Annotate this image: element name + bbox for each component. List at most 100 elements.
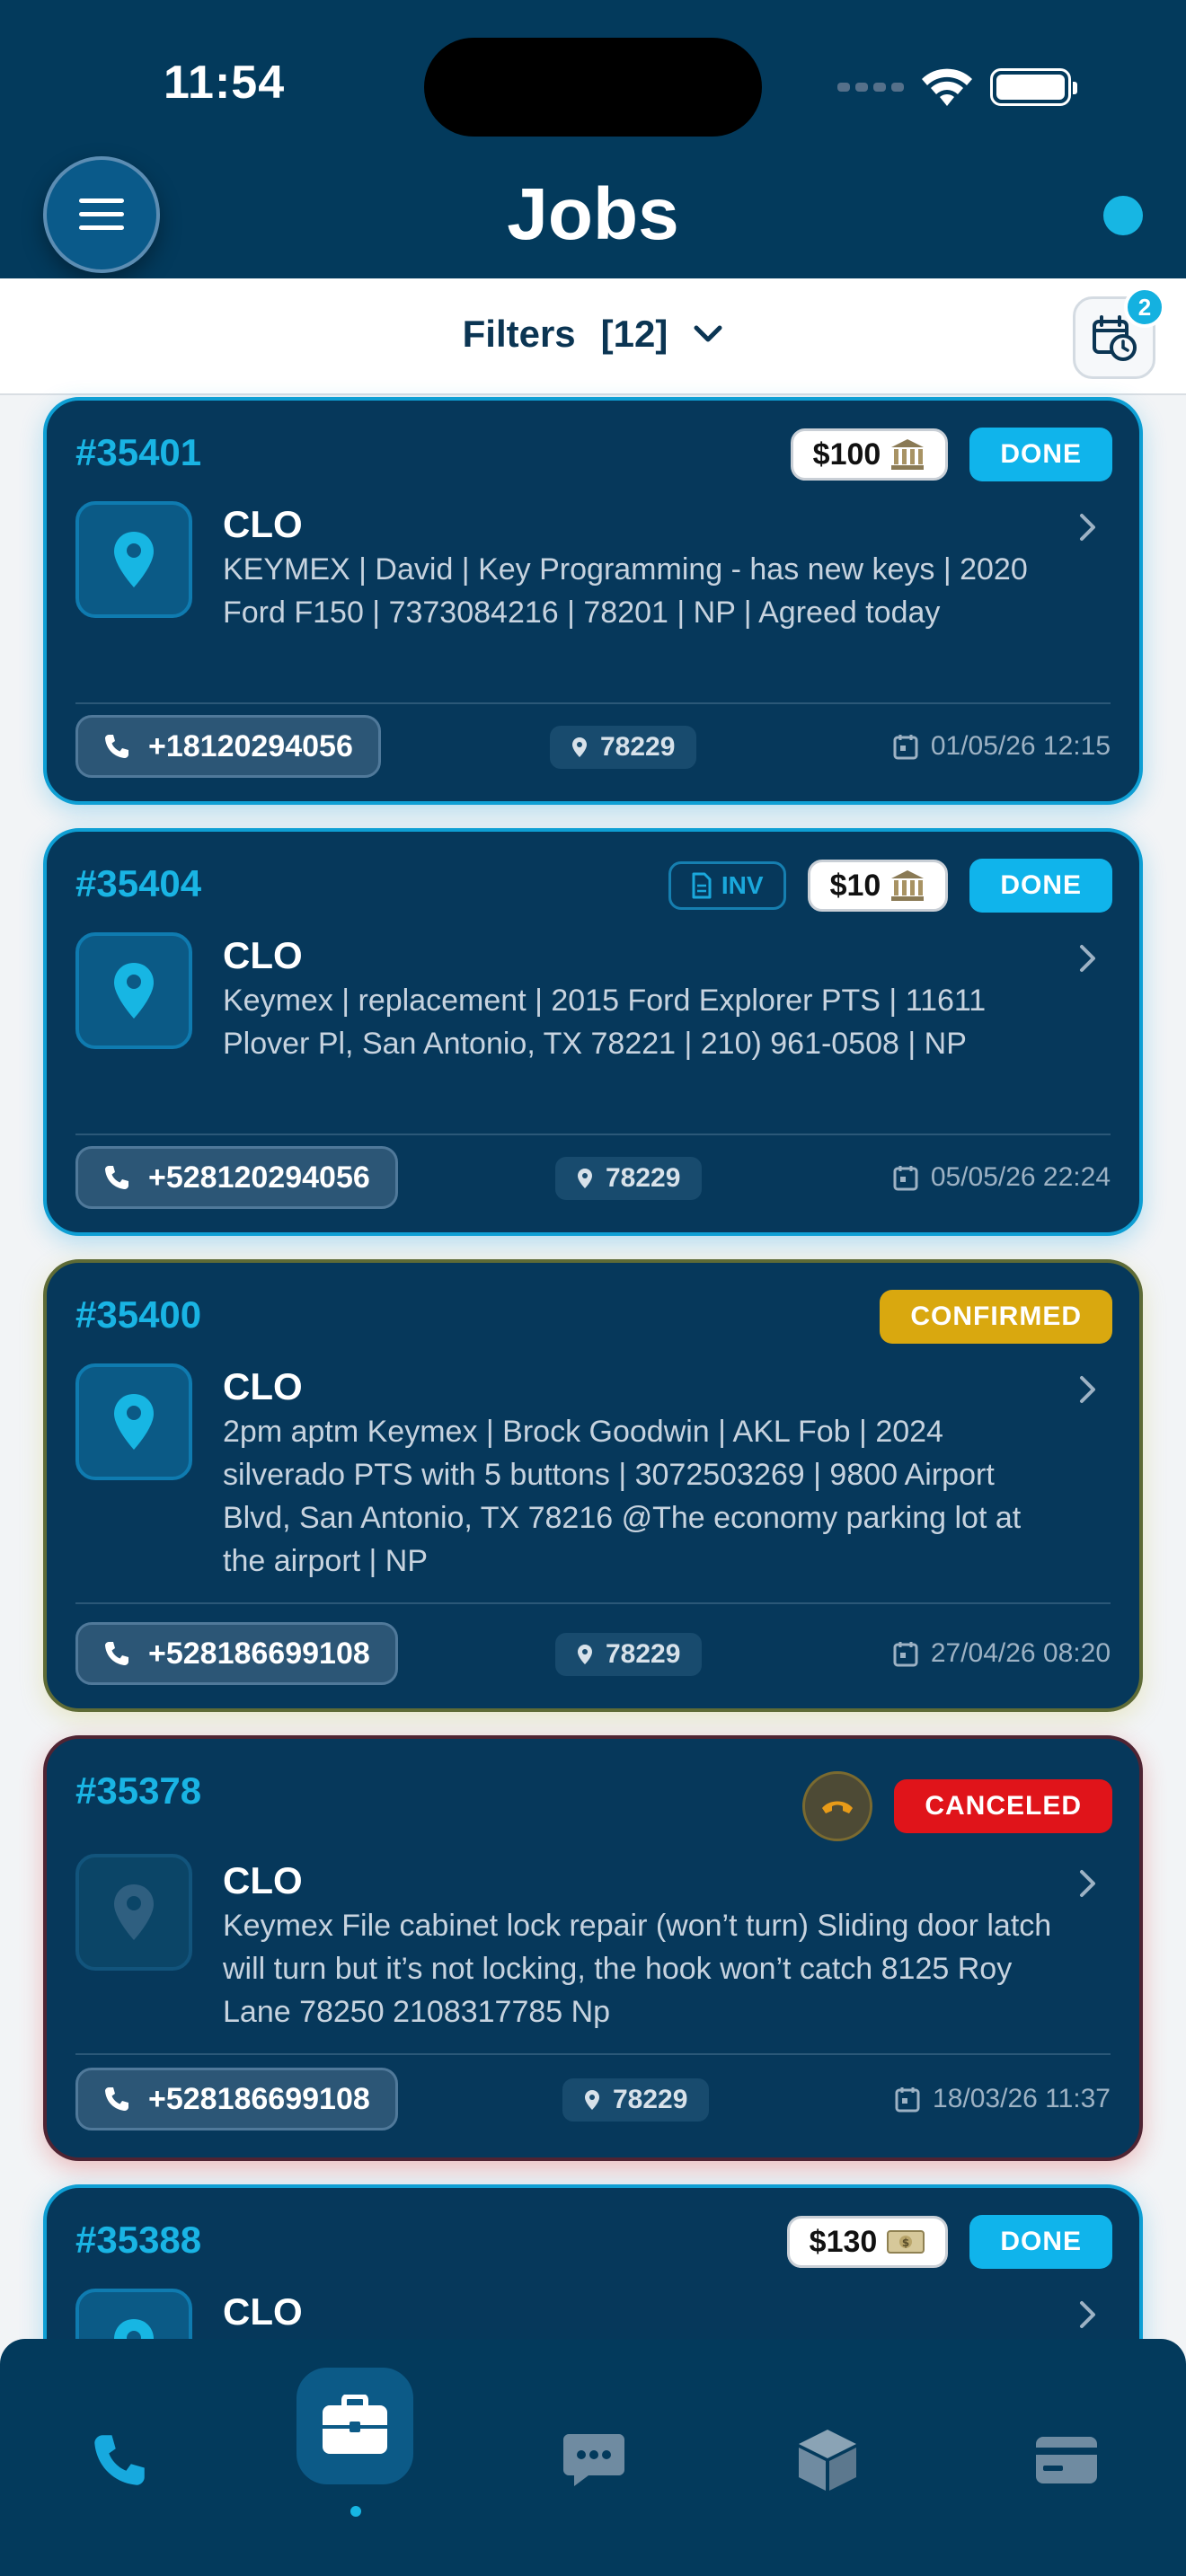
phone-button[interactable]: +18120294056 [75, 715, 381, 778]
phone-icon [105, 1166, 128, 1189]
bank-icon [891, 870, 925, 901]
card-divider [75, 1134, 1111, 1135]
briefcase-icon [323, 2395, 387, 2454]
card-icon [1036, 2437, 1097, 2483]
phone-button[interactable]: +528120294056 [75, 1146, 398, 1209]
price-value: $130 [809, 2224, 878, 2259]
job-card[interactable]: #35400 CONFIRMED CLO 2pm aptm Keymex | B… [43, 1259, 1143, 1712]
status-badge: CONFIRMED [880, 1290, 1112, 1344]
chevron-down-icon [694, 325, 722, 342]
location-button[interactable] [75, 932, 192, 1049]
tab-jobs[interactable] [296, 2368, 413, 2484]
zip-code-badge: 78229 [555, 1633, 703, 1676]
price-value: $10 [829, 868, 881, 903]
svg-text:$: $ [902, 2236, 909, 2249]
client-name: CLO [223, 1859, 303, 1901]
location-pin-icon [114, 963, 154, 1019]
price-badge: $100 [790, 428, 949, 481]
client-name: CLO [223, 2290, 303, 2333]
job-number: #35378 [75, 1769, 202, 1812]
phone-number: +528186699108 [148, 2081, 370, 2116]
zip-code: 78229 [606, 1163, 681, 1193]
filter-bar: Filters [12] 2 [0, 278, 1186, 395]
job-date: 05/05/26 22:24 [893, 1162, 1111, 1193]
job-description: 2pm aptm Keymex | Brock Goodwin | AKL Fo… [223, 1415, 1022, 1578]
calendar-icon [893, 1166, 918, 1191]
missed-call-button[interactable] [802, 1771, 873, 1841]
schedule-count-badge: 2 [1124, 287, 1165, 328]
job-description: KEYMEX | David | Key Programming - has n… [223, 552, 1028, 630]
chevron-right-icon[interactable] [1078, 1374, 1098, 1405]
tab-payments[interactable] [1008, 2402, 1125, 2519]
chevron-right-icon[interactable] [1078, 1868, 1098, 1899]
location-button[interactable] [75, 1854, 192, 1971]
calendar-icon [893, 1642, 918, 1667]
job-card[interactable]: #35378 CANCELED CLO Keymex File cabinet … [43, 1735, 1143, 2161]
location-pin-icon [114, 532, 154, 587]
status-badge: DONE [969, 428, 1112, 481]
chevron-right-icon[interactable] [1078, 943, 1098, 974]
document-icon [692, 872, 712, 899]
location-pin-icon [114, 1884, 154, 1940]
filters-label: Filters [462, 313, 576, 355]
date-value: 01/05/26 12:15 [930, 731, 1111, 761]
dynamic-island [424, 38, 762, 137]
price-badge: $10 [807, 860, 949, 912]
job-card[interactable]: #35404 INV $10 DONE CLO Keymex | replace… [43, 828, 1143, 1236]
active-tab-indicator [350, 2506, 361, 2517]
phone-icon [94, 2435, 145, 2485]
invoice-badge[interactable]: INV [668, 861, 786, 910]
date-value: 05/05/26 22:24 [930, 1162, 1111, 1192]
schedule-button[interactable]: 2 [1073, 287, 1165, 379]
chevron-right-icon[interactable] [1078, 512, 1098, 543]
phone-number: +528186699108 [148, 1636, 370, 1671]
phone-icon [105, 735, 128, 758]
location-pin-icon [572, 737, 587, 757]
job-date: 18/03/26 11:37 [895, 2084, 1111, 2114]
wifi-icon [922, 68, 972, 106]
online-status-indicator [1103, 196, 1143, 235]
job-description: Keymex File cabinet lock repair (won’t t… [223, 1909, 1052, 2029]
zip-code-badge: 78229 [555, 1157, 703, 1200]
location-button[interactable] [75, 501, 192, 618]
client-name: CLO [223, 934, 303, 976]
bank-icon [891, 439, 925, 470]
phone-button[interactable]: +528186699108 [75, 2068, 398, 2130]
card-divider [75, 2053, 1111, 2055]
cash-icon: $ [887, 2230, 925, 2254]
date-value: 18/03/26 11:37 [933, 2084, 1111, 2113]
job-number: #35401 [75, 431, 202, 473]
tab-calls[interactable] [61, 2402, 178, 2519]
zip-code: 78229 [613, 2085, 688, 2114]
phone-icon [105, 1642, 128, 1665]
phone-number: +528120294056 [148, 1160, 370, 1195]
page-title: Jobs [507, 173, 679, 255]
date-value: 27/04/26 08:20 [930, 1638, 1111, 1668]
status-badge: CANCELED [894, 1779, 1112, 1833]
filters-dropdown[interactable]: Filters [12] [0, 313, 1186, 356]
job-description: Keymex | replacement | 2015 Ford Explore… [223, 984, 987, 1061]
calendar-icon [893, 735, 918, 760]
price-badge: $130 $ [786, 2216, 949, 2268]
zip-code-badge: 78229 [562, 2078, 710, 2122]
tab-inventory[interactable] [769, 2402, 886, 2519]
job-card[interactable]: #35401 $100 DONE CLO KEYMEX | David | Ke… [43, 397, 1143, 805]
client-name: CLO [223, 503, 303, 545]
cellular-signal-icon [837, 83, 904, 92]
client-name: CLO [223, 1365, 303, 1407]
location-pin-icon [578, 1169, 592, 1188]
location-pin-icon [585, 2090, 599, 2110]
box-icon [799, 2430, 856, 2491]
chevron-right-icon[interactable] [1078, 2299, 1098, 2330]
chat-icon [563, 2434, 624, 2486]
location-button[interactable] [75, 1363, 192, 1480]
job-number: #35400 [75, 1293, 202, 1336]
phone-button[interactable]: +528186699108 [75, 1622, 398, 1685]
job-date: 01/05/26 12:15 [893, 731, 1111, 762]
status-icons [837, 65, 1077, 110]
job-date: 27/04/26 08:20 [893, 1638, 1111, 1669]
price-value: $100 [812, 437, 881, 472]
status-badge: DONE [969, 859, 1112, 913]
tab-messages[interactable] [535, 2402, 652, 2519]
zip-code-badge: 78229 [550, 726, 697, 769]
